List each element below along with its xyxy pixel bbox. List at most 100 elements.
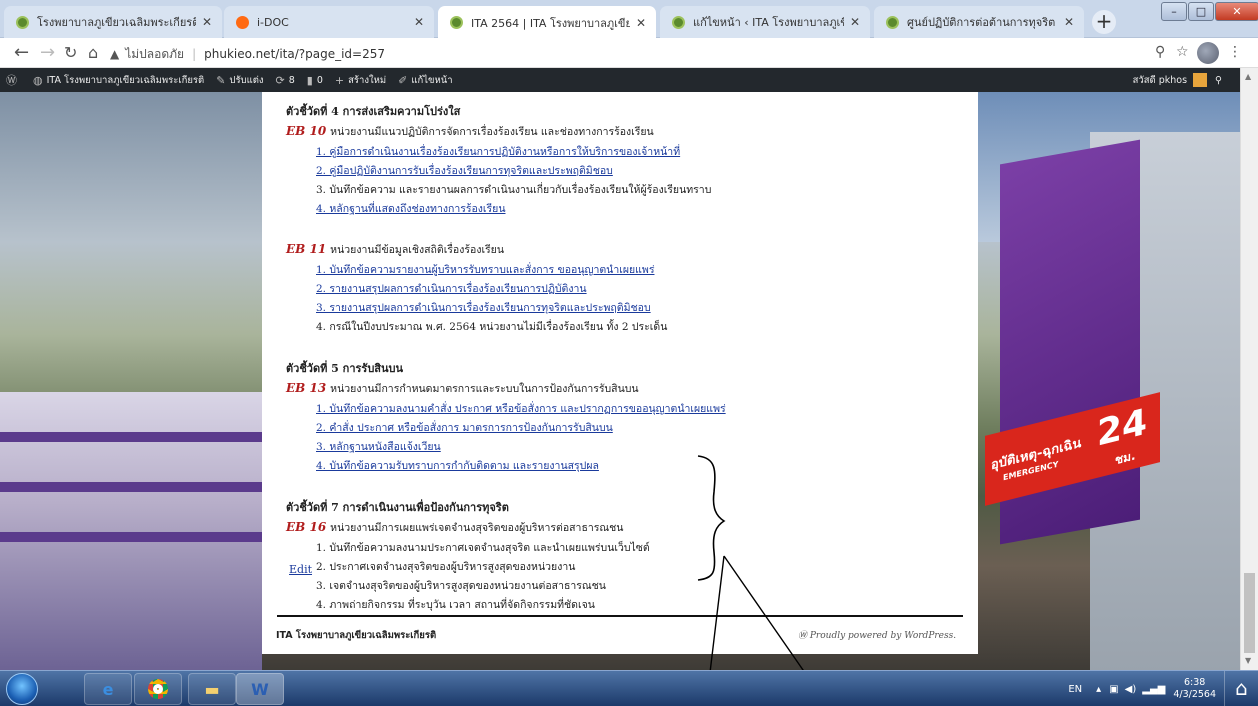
menu-icon[interactable]: ⋮ — [1228, 44, 1242, 60]
wordpress-logo-icon[interactable]: Ⓦ — [6, 72, 21, 88]
reload-icon[interactable]: ↻ — [64, 43, 77, 63]
warning-icon: ▲ — [110, 47, 120, 61]
tab-title: i-DOC — [257, 15, 289, 29]
document-link[interactable]: 4. บันทึกข้อความรับทราบการกำกับติดตาม แล… — [316, 460, 599, 472]
section-indicator-7: ตัวชี้วัดที่ 7 การดำเนินงานเพื่อป้องกันก… — [286, 498, 978, 615]
emergency-hours: 24 — [1097, 401, 1148, 455]
profile-avatar[interactable] — [1197, 42, 1219, 64]
account-menu[interactable]: สวัสดี pkhos ⚲ — [1133, 73, 1222, 88]
updates-link[interactable]: ⟳ 8 — [276, 74, 295, 87]
clock-date: 4/3/2564 — [1173, 689, 1216, 700]
updates-icon: ⟳ — [275, 73, 285, 87]
wordpress-icon — [16, 15, 29, 29]
wp-admin-bar: Ⓦ ◍ ITA โรงพยาบาลภูเขียวเฉลิมพระเกียรติ ✎… — [0, 68, 1240, 92]
emergency-hours-unit: ชม. — [1115, 448, 1136, 468]
scroll-down-icon[interactable]: ▼ — [1245, 656, 1251, 665]
item-text: 4. ภาพถ่ายกิจกรรม ที่ระบุวัน เวลา สถานที… — [316, 599, 595, 611]
document-link[interactable]: 3. หลักฐานหนังสือแจ้งเวียน — [316, 441, 441, 453]
plus-icon: + — [334, 73, 345, 87]
new-tab-button[interactable]: + — [1092, 10, 1116, 34]
word-icon[interactable]: W — [236, 673, 284, 705]
footer-site-name[interactable]: ITA โรงพยาบาลภูเขียวเฉลิมพระเกียรติ — [276, 628, 436, 643]
browser-tab-strip: โรงพยาบาลภูเขียวเฉลิมพระเกียรติ ✕ i-DOC … — [0, 0, 1258, 39]
new-content-link[interactable]: + สร้างใหม่ — [335, 73, 386, 88]
eb-row: EB 16 หน่วยงานมีการเผยแพร่เจตจำนงสุจริตขอ… — [286, 519, 978, 536]
url-text: phukieo.net/ita/?page_id=257 — [204, 47, 386, 61]
url-field[interactable]: ▲ ไม่ปลอดภัย | phukieo.net/ita/?page_id=… — [110, 43, 1160, 65]
clock[interactable]: 6:38 4/3/2564 — [1173, 677, 1216, 701]
volume-icon[interactable]: ◀) — [1125, 684, 1137, 695]
page-scrollbar[interactable]: ▲ ▼ — [1240, 68, 1258, 670]
document-link[interactable]: 4. หลักฐานที่แสดงถึงช่องทางการร้องเรียน — [316, 203, 506, 215]
close-icon[interactable]: ✕ — [202, 15, 212, 29]
window-controls: – □ ✕ — [1160, 2, 1258, 22]
eb-text: หน่วยงานมีการกำหนดมาตรการและระบบในการป้อ… — [330, 383, 639, 395]
document-link[interactable]: 3. รายงานสรุปผลการดำเนินการเรื่องร้องเรี… — [316, 302, 651, 314]
document-link[interactable]: 2. คู่มือปฏิบัติงานการรับเรื่องร้องเรียน… — [316, 165, 613, 177]
dashboard-icon: ◍ — [33, 73, 43, 87]
maximize-icon[interactable]: □ — [1188, 2, 1214, 21]
chrome-icon[interactable] — [134, 673, 182, 705]
site-name-link[interactable]: ◍ ITA โรงพยาบาลภูเขียวเฉลิมพระเกียรติ — [33, 73, 204, 88]
section-heading: ตัวชี้วัดที่ 4 การส่งเสริมความโปร่งใส — [286, 105, 461, 118]
forward-icon[interactable]: → — [40, 43, 55, 63]
pencil-icon: ✐ — [398, 73, 408, 87]
tab-1[interactable]: โรงพยาบาลภูเขียวเฉลิมพระเกียรติ ✕ — [4, 6, 222, 38]
document-link[interactable]: 1. บันทึกข้อความลงนามคำสั่ง ประกาศ หรือข… — [316, 403, 726, 415]
tab-4[interactable]: แก้ไขหน้า ‹ ITA โรงพยาบาลภูเขียว ✕ — [660, 6, 870, 38]
divider: | — [192, 47, 197, 61]
scroll-thumb[interactable] — [1244, 573, 1255, 653]
show-desktop-button[interactable]: ⌂ — [1224, 671, 1258, 706]
network-icon[interactable]: ▣ — [1109, 684, 1118, 695]
tab-title: ศูนย์ปฏิบัติการต่อต้านการทุจริต กร — [907, 16, 1058, 29]
document-link[interactable]: 2. รายงานสรุปผลการดำเนินการเรื่องร้องเรี… — [316, 283, 587, 295]
edit-page-link[interactable]: ✐ แก้ไขหน้า — [398, 73, 452, 88]
close-icon[interactable]: ✕ — [414, 15, 424, 29]
tab-3-active[interactable]: ITA 2564 | ITA โรงพยาบาลภูเขียว ✕ — [438, 6, 656, 39]
page-content: ตัวชี้วัดที่ 4 การส่งเสริมความโปร่งใส EB… — [262, 92, 978, 654]
document-link[interactable]: 2. คำสั่ง ประกาศ หรือข้อสั่งการ มาตรการก… — [316, 422, 613, 434]
item-text: 4. กรณีในปีงบประมาณ พ.ศ. 2564 หน่วยงานไม… — [316, 321, 668, 333]
edit-link[interactable]: Edit — [289, 563, 312, 576]
comments-count: 0 — [316, 74, 323, 86]
eb-row: EB 13 หน่วยงานมีการกำหนดมาตรการและระบบในก… — [286, 380, 978, 397]
footer-divider — [277, 615, 963, 617]
wordpress-icon — [450, 16, 463, 29]
close-icon[interactable]: ✕ — [636, 16, 646, 30]
page-viewport: อุบัติเหตุ-ฉุกเฉิน EMERGENCY 24 ชม. ตัวช… — [0, 92, 1240, 670]
minimize-icon[interactable]: – — [1161, 2, 1187, 21]
home-icon[interactable]: ⌂ — [88, 43, 98, 63]
scroll-up-icon[interactable]: ▲ — [1245, 72, 1251, 81]
address-bar: ← → ↻ ⌂ ▲ ไม่ปลอดภัย | phukieo.net/ita/?… — [0, 38, 1258, 68]
close-window-icon[interactable]: ✕ — [1215, 2, 1258, 21]
tab-title: ITA 2564 | ITA โรงพยาบาลภูเขียว — [471, 16, 630, 30]
file-explorer-icon[interactable]: ▬ — [188, 673, 236, 705]
comments-link[interactable]: ▮ 0 — [307, 74, 323, 87]
wordpress-icon — [672, 15, 685, 29]
customize-label: ปรับแต่ง — [229, 74, 264, 86]
eb-code: EB 16 — [286, 520, 327, 534]
back-icon[interactable]: ← — [14, 43, 29, 63]
tab-title: แก้ไขหน้า ‹ ITA โรงพยาบาลภูเขียว — [693, 16, 844, 29]
updates-count: 8 — [288, 74, 295, 86]
footer-powered-by[interactable]: Ⓦ Proudly powered by WordPress. — [798, 628, 956, 641]
signal-icon[interactable]: ▂▄▆ — [1142, 684, 1165, 695]
document-link[interactable]: 1. บันทึกข้อความรายงานผู้บริหารรับทราบแล… — [316, 264, 654, 276]
tab-2[interactable]: i-DOC ✕ — [224, 6, 434, 38]
document-link[interactable]: 1. คู่มือการดำเนินงานเรื่องร้องเรียนการป… — [316, 146, 680, 158]
insecure-label: ไม่ปลอดภัย — [125, 46, 185, 61]
zoom-icon[interactable]: ⚲ — [1155, 44, 1165, 60]
tray-expand-icon[interactable]: ▴ — [1096, 684, 1101, 695]
internet-explorer-icon[interactable]: e — [84, 673, 132, 705]
close-icon[interactable]: ✕ — [850, 15, 860, 29]
eb-text: หน่วยงานมีแนวปฏิบัติการจัดการเรื่องร้องเ… — [330, 126, 654, 138]
item-text: 3. เจตจำนงสุจริตของผู้บริหารสูงสุดของหน่… — [316, 580, 606, 592]
close-icon[interactable]: ✕ — [1064, 15, 1074, 29]
windows-taskbar: e ▬ W EN ▴ ▣ ◀) ▂▄▆ 6:38 4/3/2564 ⌂ — [0, 670, 1258, 706]
tab-5[interactable]: ศูนย์ปฏิบัติการต่อต้านการทุจริต กร ✕ — [874, 6, 1084, 38]
start-button[interactable] — [6, 673, 38, 705]
bookmark-star-icon[interactable]: ☆ — [1176, 44, 1189, 60]
customize-link[interactable]: ✎ ปรับแต่ง — [216, 73, 263, 88]
language-indicator[interactable]: EN — [1068, 684, 1082, 695]
search-icon[interactable]: ⚲ — [1215, 75, 1222, 86]
